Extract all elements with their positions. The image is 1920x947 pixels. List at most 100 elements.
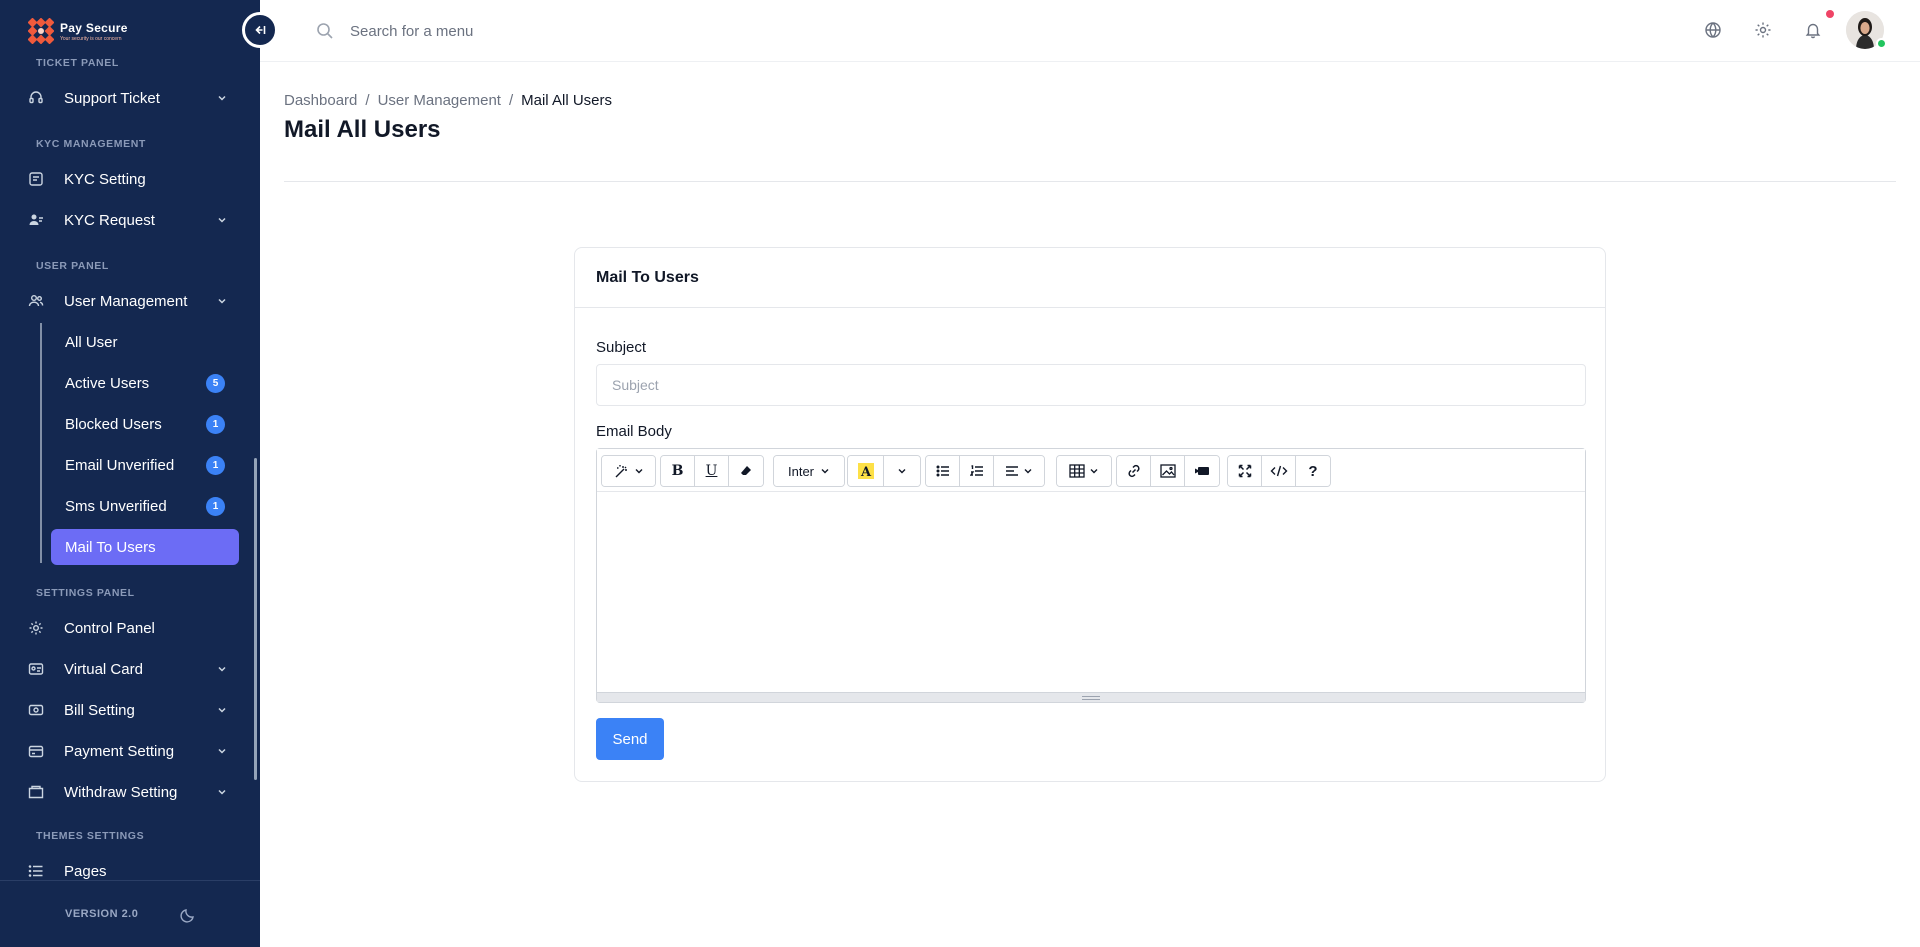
chevron-down-icon bbox=[898, 469, 906, 474]
sidebar-footer: VERSION 2.0 bbox=[0, 880, 260, 947]
sidebar-item-bill-setting[interactable]: Bill Setting bbox=[28, 692, 232, 728]
editor-resize-handle[interactable] bbox=[597, 692, 1585, 702]
header-divider bbox=[284, 181, 1896, 182]
sidebar-subitem-active-users[interactable]: Active Users 5 bbox=[51, 365, 239, 401]
sidebar-item-withdraw-setting[interactable]: Withdraw Setting bbox=[28, 774, 232, 810]
settings-icon[interactable] bbox=[1754, 21, 1772, 39]
section-label-user-panel: USER PANEL bbox=[36, 260, 109, 272]
underline-button[interactable]: U bbox=[695, 456, 729, 486]
color-dropdown-button[interactable] bbox=[884, 456, 920, 486]
sidebar-collapse-button[interactable] bbox=[242, 12, 278, 48]
expand-icon bbox=[1238, 464, 1251, 478]
sidebar-item-kyc-request[interactable]: KYC Request bbox=[28, 202, 232, 238]
chevron-down-icon bbox=[218, 217, 226, 223]
mail-card: Mail To Users Subject Email Body B U I bbox=[574, 247, 1606, 782]
sidebar-subitem-blocked-users[interactable]: Blocked Users 1 bbox=[51, 406, 239, 442]
style-dropdown-button[interactable] bbox=[602, 456, 655, 486]
breadcrumb-user-management[interactable]: User Management bbox=[378, 92, 501, 109]
bell-icon[interactable] bbox=[1804, 21, 1822, 39]
fullscreen-button[interactable] bbox=[1228, 456, 1262, 486]
align-dropdown-button[interactable] bbox=[994, 456, 1044, 486]
insert-link-button[interactable] bbox=[1117, 456, 1151, 486]
insert-image-button[interactable] bbox=[1151, 456, 1185, 486]
rich-text-editor: B U Inter A ? bbox=[596, 448, 1586, 703]
sidebar-item-label: Payment Setting bbox=[64, 742, 175, 760]
sidebar-subitem-label: Active Users bbox=[65, 374, 150, 392]
top-bar bbox=[260, 0, 1920, 62]
sidebar-item-support-ticket[interactable]: Support Ticket bbox=[28, 80, 232, 116]
clear-format-button[interactable] bbox=[729, 456, 763, 486]
section-label-themes-settings: THEMES SETTINGS bbox=[36, 830, 145, 842]
sidebar-item-control-panel[interactable]: Control Panel bbox=[28, 610, 232, 646]
globe-icon[interactable] bbox=[1704, 21, 1722, 39]
card-header: Mail To Users bbox=[575, 248, 1605, 308]
breadcrumb-separator: / bbox=[508, 92, 514, 109]
font-family-group: Inter bbox=[773, 455, 845, 487]
send-button[interactable]: Send bbox=[596, 718, 664, 760]
count-badge: 1 bbox=[206, 414, 225, 434]
question-mark-icon: ? bbox=[1308, 462, 1318, 480]
brand-tagline: Your security is our concern bbox=[60, 35, 122, 42]
sidebar-subitem-email-unverified[interactable]: Email Unverified 1 bbox=[51, 447, 239, 483]
svg-text:A: A bbox=[859, 465, 871, 480]
sidebar-item-payment-setting[interactable]: Payment Setting bbox=[28, 733, 232, 769]
email-body-editor[interactable] bbox=[597, 492, 1585, 692]
sidebar-item-label: KYC Setting bbox=[64, 170, 146, 188]
sidebar-subitem-label: All User bbox=[65, 333, 118, 351]
sidebar-item-virtual-card[interactable]: Virtual Card bbox=[28, 651, 232, 687]
help-button[interactable]: ? bbox=[1296, 456, 1330, 486]
chevron-down-icon bbox=[218, 666, 226, 672]
sidebar-subitem-label: Mail To Users bbox=[65, 538, 156, 556]
chevron-down-icon bbox=[635, 469, 642, 474]
card-icon bbox=[28, 661, 44, 677]
font-style-group: B U bbox=[660, 455, 764, 487]
email-body-label: Email Body bbox=[596, 423, 672, 440]
sidebar-item-kyc-setting[interactable]: KYC Setting bbox=[28, 161, 232, 197]
sidebar-subitem-sms-unverified[interactable]: Sms Unverified 1 bbox=[51, 488, 239, 524]
section-label-ticket-panel: TICKET PANEL bbox=[36, 57, 119, 69]
gear-icon bbox=[28, 620, 44, 636]
link-icon bbox=[1127, 464, 1140, 478]
subject-input[interactable] bbox=[596, 364, 1586, 406]
moon-icon[interactable] bbox=[180, 907, 196, 923]
bullet-list-icon bbox=[936, 465, 949, 477]
bold-button[interactable]: B bbox=[661, 456, 695, 486]
search-icon bbox=[317, 23, 333, 39]
table-dropdown-button[interactable] bbox=[1057, 456, 1111, 486]
folder-icon bbox=[28, 784, 44, 800]
breadcrumb-dashboard[interactable]: Dashboard bbox=[284, 92, 357, 109]
paragraph-group bbox=[925, 455, 1045, 487]
brand-name: Pay Secure bbox=[60, 20, 128, 35]
sidebar-item-pages[interactable]: Pages bbox=[28, 853, 232, 880]
insert-video-button[interactable] bbox=[1185, 456, 1219, 486]
collapse-arrow-icon bbox=[255, 25, 266, 35]
section-label-settings-panel: SETTINGS PANEL bbox=[36, 587, 135, 599]
font-family-label: Inter bbox=[787, 463, 814, 479]
submenu-line bbox=[40, 323, 42, 563]
id-card-icon bbox=[28, 171, 44, 187]
sidebar-scrollbar[interactable] bbox=[254, 458, 257, 780]
numbered-list-icon bbox=[969, 465, 983, 476]
count-badge: 1 bbox=[206, 496, 225, 516]
font-family-dropdown[interactable]: Inter bbox=[774, 456, 844, 486]
logo-mark-icon bbox=[28, 18, 54, 44]
sidebar-item-label: User Management bbox=[64, 292, 188, 310]
chevron-down-icon bbox=[1090, 469, 1098, 474]
bullet-list-button[interactable] bbox=[926, 456, 960, 486]
count-badge: 5 bbox=[206, 373, 225, 393]
brand-logo[interactable]: Pay Secure Your security is our concern bbox=[28, 18, 128, 44]
search-input[interactable] bbox=[350, 16, 750, 46]
code-view-button[interactable] bbox=[1262, 456, 1296, 486]
sidebar-subitem-all-user[interactable]: All User bbox=[51, 324, 239, 360]
numbered-list-button[interactable] bbox=[960, 456, 994, 486]
table-group bbox=[1056, 455, 1112, 487]
list-icon bbox=[28, 863, 44, 879]
chevron-down-icon bbox=[218, 789, 226, 795]
count-badge: 1 bbox=[206, 455, 225, 475]
text-color-button[interactable]: A bbox=[848, 456, 884, 486]
sidebar-item-label: Withdraw Setting bbox=[64, 783, 178, 801]
sidebar-subitem-mail-to-users[interactable]: Mail To Users bbox=[51, 529, 239, 565]
sidebar-item-user-management[interactable]: User Management bbox=[28, 283, 232, 319]
sidebar-item-label: Support Ticket bbox=[64, 89, 160, 107]
table-icon bbox=[1069, 464, 1085, 478]
